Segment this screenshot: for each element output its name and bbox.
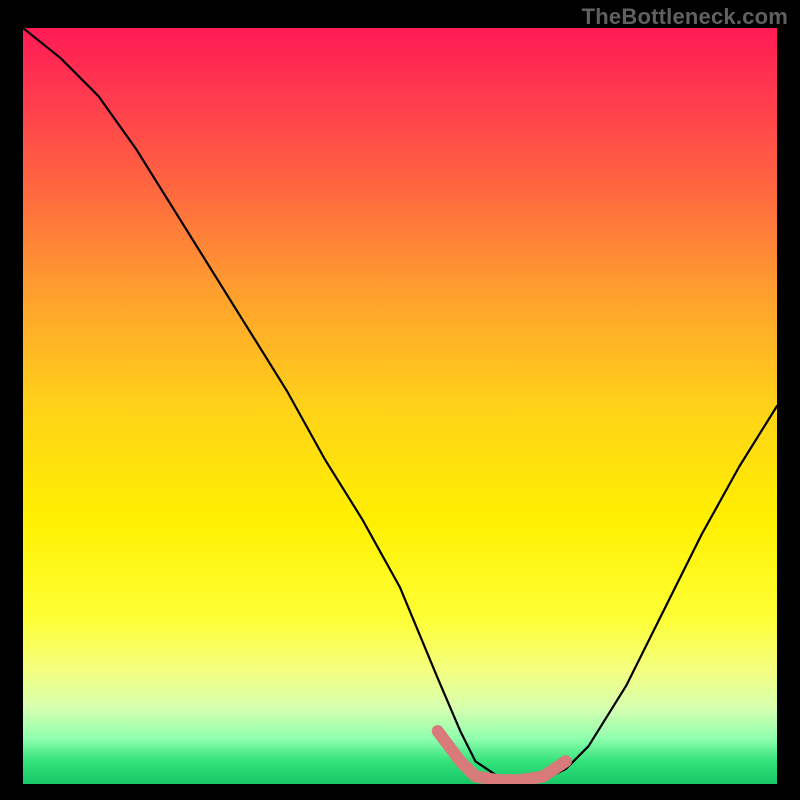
chart-stage: TheBottleneck.com [0,0,800,800]
bottleneck-curve [23,28,777,776]
curve-layer [23,28,777,784]
watermark-label: TheBottleneck.com [582,4,788,30]
plot-area [23,28,777,784]
optimal-band [438,731,566,780]
